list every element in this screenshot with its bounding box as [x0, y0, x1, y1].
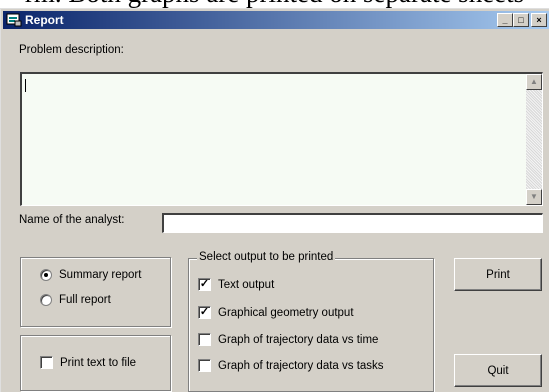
text-output-checkbox[interactable]: ✓ Text output [198, 278, 274, 291]
checkbox-unchecked-icon [198, 359, 211, 372]
radio-unselected-icon [40, 294, 52, 306]
problem-description-label: Problem description: [19, 44, 124, 56]
analyst-name-label: Name of the analyst: [19, 214, 125, 226]
minimize-icon: _ [502, 15, 508, 25]
checkbox-unchecked-icon [198, 333, 211, 346]
maximize-icon: □ [518, 15, 524, 25]
close-icon: × [536, 15, 542, 25]
output-group-caption: Select output to be printed [197, 251, 336, 263]
graphical-geometry-output-checkbox[interactable]: ✓ Graphical geometry output [198, 306, 354, 319]
full-report-radio[interactable]: Full report [40, 294, 111, 306]
title-bar[interactable]: Report _ □ × [3, 11, 549, 29]
checkbox-unchecked-icon [40, 356, 53, 369]
analyst-name-input[interactable] [162, 213, 543, 233]
scroll-down-icon[interactable]: ▼ [526, 189, 542, 205]
scroll-up-icon[interactable]: ▲ [526, 74, 542, 90]
full-report-label: Full report [59, 294, 111, 306]
summary-report-radio[interactable]: Summary report [40, 269, 141, 281]
text-caret [25, 79, 26, 92]
print-to-file-group: Print text to file [20, 335, 171, 391]
report-window: Report _ □ × Problem description: ▲ ▼ Na… [0, 8, 549, 392]
radio-selected-icon [40, 269, 52, 281]
graph-trajectory-vs-tasks-label: Graph of trajectory data vs tasks [218, 359, 384, 372]
graphical-geometry-output-label: Graphical geometry output [218, 306, 354, 319]
graph-trajectory-vs-time-label: Graph of trajectory data vs time [218, 333, 379, 346]
report-type-group: Summary report Full report [20, 257, 171, 327]
output-selection-group: Select output to be printed ✓ Text outpu… [188, 251, 434, 392]
window-title: Report [25, 13, 64, 27]
close-button[interactable]: × [531, 13, 547, 27]
background-document-text: rm. Both graphs are printed on separate … [0, 0, 549, 8]
minimize-button[interactable]: _ [497, 13, 513, 27]
graph-trajectory-vs-tasks-checkbox[interactable]: Graph of trajectory data vs tasks [198, 359, 384, 372]
graph-trajectory-vs-time-checkbox[interactable]: Graph of trajectory data vs time [198, 333, 378, 346]
report-app-icon [6, 13, 22, 27]
checkbox-checked-icon: ✓ [198, 278, 211, 291]
quit-button[interactable]: Quit [454, 354, 542, 387]
print-text-to-file-checkbox[interactable]: Print text to file [40, 356, 136, 369]
checkbox-checked-icon: ✓ [198, 306, 211, 319]
problem-description-textarea[interactable]: ▲ ▼ [20, 72, 543, 206]
maximize-button[interactable]: □ [513, 13, 529, 27]
print-text-to-file-label: Print text to file [60, 356, 137, 369]
summary-report-label: Summary report [59, 269, 142, 281]
print-button[interactable]: Print [454, 258, 542, 291]
text-output-label: Text output [218, 278, 275, 291]
vertical-scrollbar[interactable]: ▲ ▼ [526, 74, 542, 205]
